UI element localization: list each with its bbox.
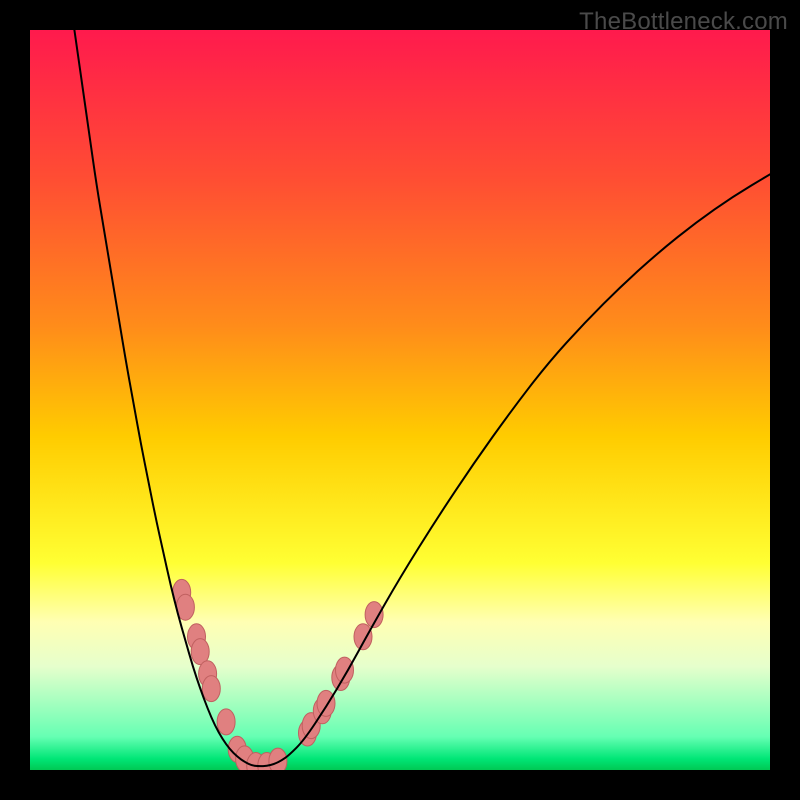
data-point-marker bbox=[202, 676, 220, 702]
data-point-marker bbox=[336, 657, 354, 683]
data-point-marker bbox=[317, 690, 335, 716]
chart-svg bbox=[30, 30, 770, 770]
chart-frame: TheBottleneck.com bbox=[0, 0, 800, 800]
plot-area bbox=[30, 30, 770, 770]
data-point-marker bbox=[354, 624, 372, 650]
data-point-marker bbox=[217, 709, 235, 735]
gradient-background bbox=[30, 30, 770, 770]
watermark-text: TheBottleneck.com bbox=[579, 8, 788, 36]
